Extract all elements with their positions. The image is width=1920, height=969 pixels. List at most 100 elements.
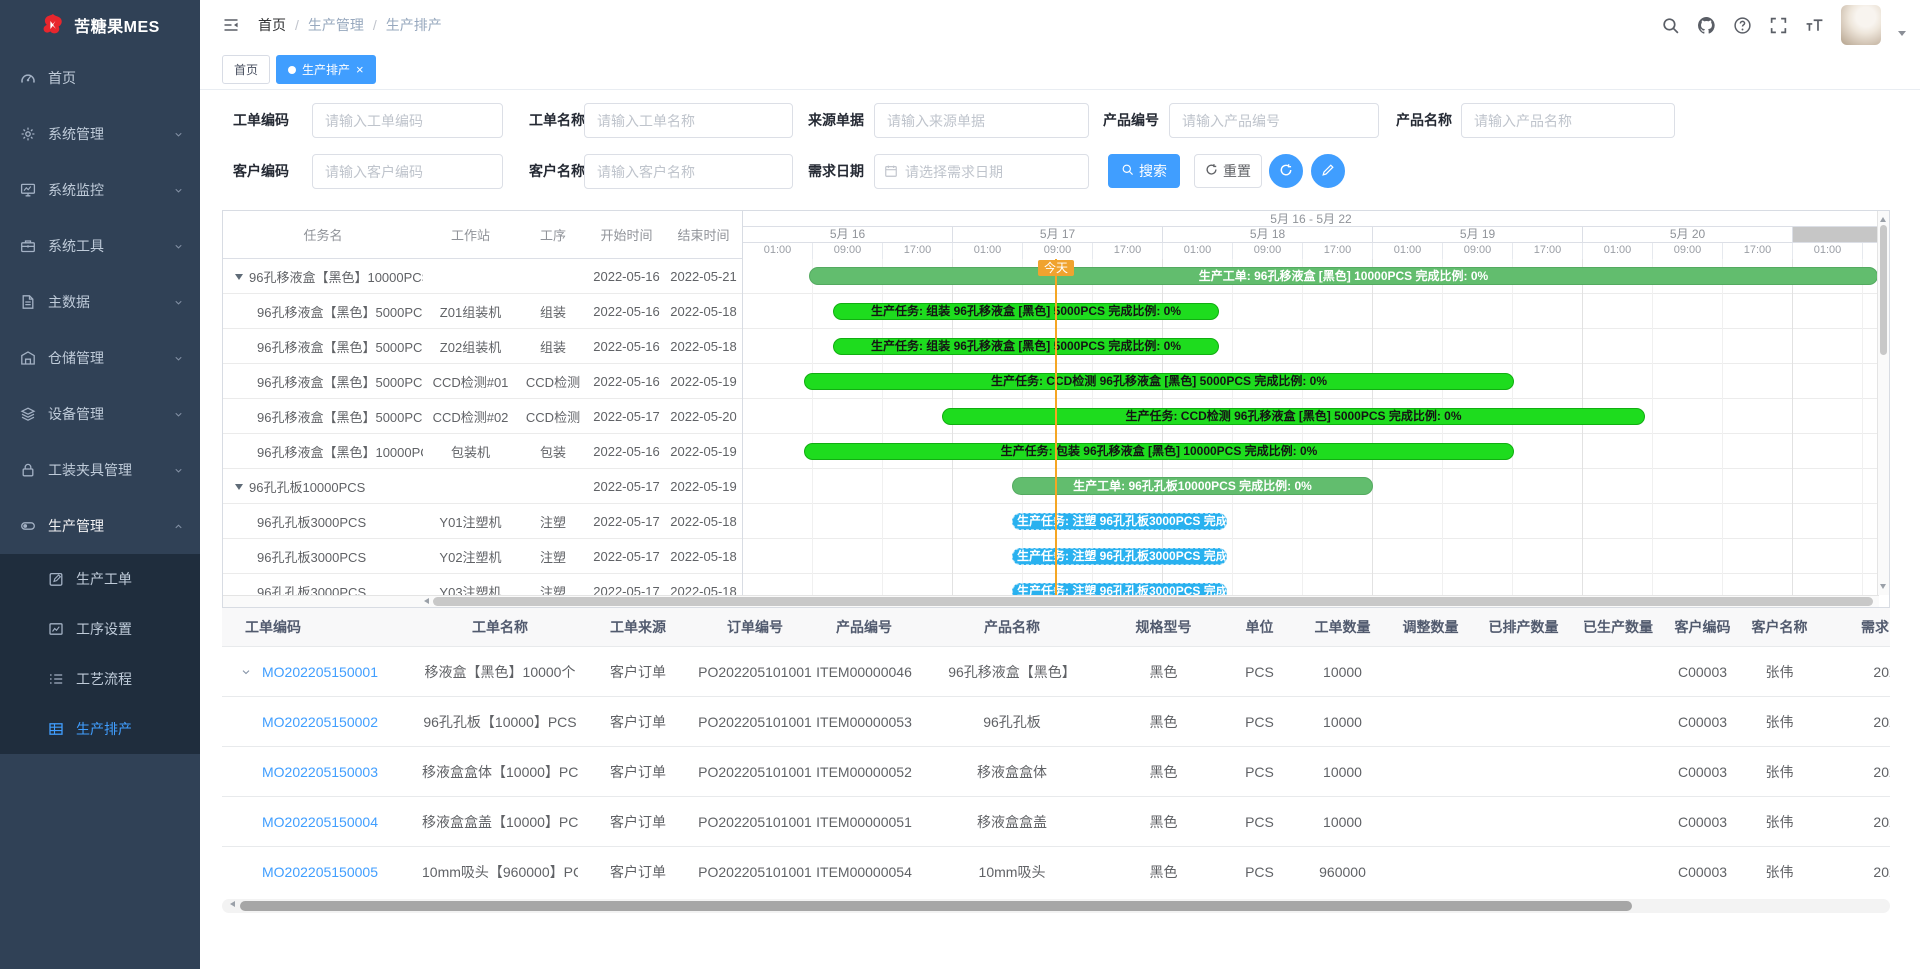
caret-down-icon[interactable] (235, 274, 243, 284)
gantt-hour-cell: 09:00 (1233, 243, 1303, 259)
gantt-hour-cell: 17:00 (1093, 243, 1163, 259)
demand-date-input[interactable] (874, 154, 1089, 189)
breadcrumb-item-0[interactable]: 首页 (258, 15, 286, 35)
table-row[interactable]: MO20220515000296孔孔板【10000】PCS客户订单PO20220… (222, 697, 1890, 747)
gantt-hour-cell: 01:00 (1163, 243, 1233, 259)
help-icon[interactable] (1733, 16, 1752, 35)
scroll-down-icon[interactable] (1880, 584, 1886, 592)
workorder-code-link[interactable]: MO202205150001 (262, 664, 378, 680)
expand-caret-icon[interactable] (240, 666, 262, 678)
sidebar-item-8[interactable]: 生产管理 (0, 498, 200, 554)
workorder-code-link[interactable]: MO202205150004 (262, 814, 378, 830)
gantt-bar-task[interactable]: 生产任务: 包装 96孔移液盒 [黑色] 10000PCS 完成比例: 0% (804, 443, 1514, 460)
edit-schedule-button[interactable] (1311, 154, 1345, 188)
table-row[interactable]: MO202205150001移液盒【黑色】10000个客户订单PO2022051… (222, 647, 1890, 697)
sidebar-item-6[interactable]: 设备管理 (0, 386, 200, 442)
avatar[interactable] (1841, 5, 1881, 45)
chevron-down-icon (173, 409, 184, 420)
filter-label-1: 工单名称 (529, 103, 585, 138)
filter-input-6[interactable] (584, 154, 793, 189)
refresh-icon (1279, 163, 1293, 180)
gantt-bar-selected[interactable]: 生产任务: 注塑 96孔孔板3000PCS 完成比例: 0% (1012, 583, 1227, 595)
gantt-vertical-scrollbar[interactable] (1877, 211, 1889, 595)
gantt-horizontal-scrollbar[interactable] (223, 595, 1879, 607)
sidebar-item-1[interactable]: 系统管理 (0, 106, 200, 162)
sidebar-collapse-button[interactable] (222, 16, 240, 34)
gantt-column-header: 开始时间 (588, 225, 665, 244)
filter-input-3[interactable] (1169, 103, 1379, 138)
gantt-task-station: CCD检测#01 (423, 372, 518, 391)
table-cell-customer_code: C00003 (1665, 814, 1740, 830)
fullscreen-icon[interactable] (1769, 16, 1788, 35)
scroll-left-icon[interactable] (421, 598, 429, 604)
tabs-bar: 首页生产排产× (200, 50, 1920, 90)
gantt-bar-task[interactable]: 生产任务: 组装 96孔移液盒 [黑色] 5000PCS 完成比例: 0% (833, 303, 1219, 320)
gantt-bar-selected[interactable]: 生产任务: 注塑 96孔孔板3000PCS 完成比例: 0% (1012, 513, 1227, 530)
github-icon[interactable] (1697, 16, 1716, 35)
filter-input-4[interactable] (1461, 103, 1675, 138)
table-row[interactable]: MO202205150003移液盒盒体【10000】PCS客户订单PO20220… (222, 747, 1890, 797)
sidebar-subitem-2[interactable]: 工艺流程 (0, 654, 200, 704)
gantt-bar-task[interactable]: 生产任务: CCD检测 96孔移液盒 [黑色] 5000PCS 完成比例: 0% (804, 373, 1514, 390)
gantt-day-cell: 5月 18 (1163, 227, 1373, 242)
gantt-bar-workorder[interactable]: 生产工单: 96孔移液盒 [黑色] 10000PCS 完成比例: 0% (809, 267, 1878, 285)
gantt-task-station: Y02注塑机 (423, 547, 518, 566)
gantt-task-process: 组装 (518, 337, 588, 356)
filter-input-1[interactable] (584, 103, 793, 138)
sidebar-item-7[interactable]: 工装夹具管理 (0, 442, 200, 498)
gantt-bar-task[interactable]: 生产任务: CCD检测 96孔移液盒 [黑色] 5000PCS 完成比例: 0% (942, 408, 1645, 425)
scroll-left-icon[interactable] (227, 901, 235, 907)
sidebar-subitem-0[interactable]: 生产工单 (0, 554, 200, 604)
table-cell-demand_date: 2022 (1819, 814, 1890, 830)
breadcrumb-separator: / (373, 17, 377, 33)
table-row[interactable]: MO202205150004移液盒盒盖【10000】PCS客户订单PO20220… (222, 797, 1890, 847)
refresh-gantt-button[interactable] (1269, 154, 1303, 188)
table-cell-unit: PCS (1219, 864, 1300, 880)
gantt-task-name: 96孔移液盒【黑色】5000PCS (223, 302, 423, 321)
caret-down-icon[interactable] (235, 484, 243, 494)
gantt-bar-workorder[interactable]: 生产工单: 96孔孔板10000PCS 完成比例: 0% (1012, 477, 1373, 495)
gantt-range-label: 5月 16 - 5月 22 (743, 211, 1879, 227)
sidebar-item-label: 工装夹具管理 (48, 460, 132, 480)
filter-input-0[interactable] (312, 103, 503, 138)
gantt-hscroll-thumb[interactable] (433, 597, 1873, 606)
table-hscroll-thumb[interactable] (240, 901, 1632, 911)
user-caret-icon[interactable] (1898, 31, 1906, 40)
gantt-task-start: 2022-05-16 (588, 269, 665, 284)
sidebar-subitem-1[interactable]: 工序设置 (0, 604, 200, 654)
tab-close-icon[interactable]: × (356, 63, 364, 76)
workorder-code-link[interactable]: MO202205150005 (262, 864, 378, 880)
table-horizontal-scrollbar[interactable] (222, 899, 1890, 913)
tab-0[interactable]: 首页 (222, 55, 270, 84)
filter-input-5[interactable] (312, 154, 503, 189)
font-size-icon[interactable] (1805, 16, 1824, 35)
filter-label-2: 来源单据 (808, 103, 864, 138)
sidebar-item-5[interactable]: 仓储管理 (0, 330, 200, 386)
sidebar-item-0[interactable]: 首页 (0, 50, 200, 106)
sidebar-item-3[interactable]: 系统工具 (0, 218, 200, 274)
sidebar-subitem-3[interactable]: 生产排产 (0, 704, 200, 754)
reset-button[interactable]: 重置 (1194, 154, 1262, 188)
app-logo[interactable]: 苦糖果MES (0, 0, 200, 50)
workorder-code-link[interactable]: MO202205150002 (262, 714, 378, 730)
search-button[interactable]: 搜索 (1108, 154, 1180, 188)
filter-input-2[interactable] (874, 103, 1089, 138)
gantt-task-name: 96孔移液盒【黑色】5000PCS (223, 407, 423, 426)
tab-active-1[interactable]: 生产排产× (276, 55, 376, 84)
table-cell-customer_name: 张伟 (1740, 712, 1819, 732)
table-cell-unit: PCS (1219, 764, 1300, 780)
gantt-vscroll-thumb[interactable] (1880, 225, 1887, 355)
warehouse-icon (20, 350, 36, 366)
sidebar-subitem-label: 生产排产 (76, 719, 132, 739)
search-icon[interactable] (1661, 16, 1680, 35)
table-row[interactable]: MO20220515000510mm吸头【960000】PCS客户订单PO202… (222, 847, 1890, 892)
gantt-bar-selected[interactable]: 生产任务: 注塑 96孔孔板3000PCS 完成比例: 0% (1012, 548, 1227, 565)
gantt-task-station: Y03注塑机 (423, 582, 518, 596)
gantt-bar-task[interactable]: 生产任务: 组装 96孔移液盒 [黑色] 5000PCS 完成比例: 0% (833, 338, 1219, 355)
scroll-up-icon[interactable] (1880, 214, 1886, 222)
workorder-code-link[interactable]: MO202205150003 (262, 764, 378, 780)
sidebar-item-4[interactable]: 主数据 (0, 274, 200, 330)
sidebar-item-2[interactable]: 系统监控 (0, 162, 200, 218)
table-cell-qty: 10000 (1300, 814, 1385, 830)
table-cell-order_no: PO202205101001 (698, 764, 812, 780)
